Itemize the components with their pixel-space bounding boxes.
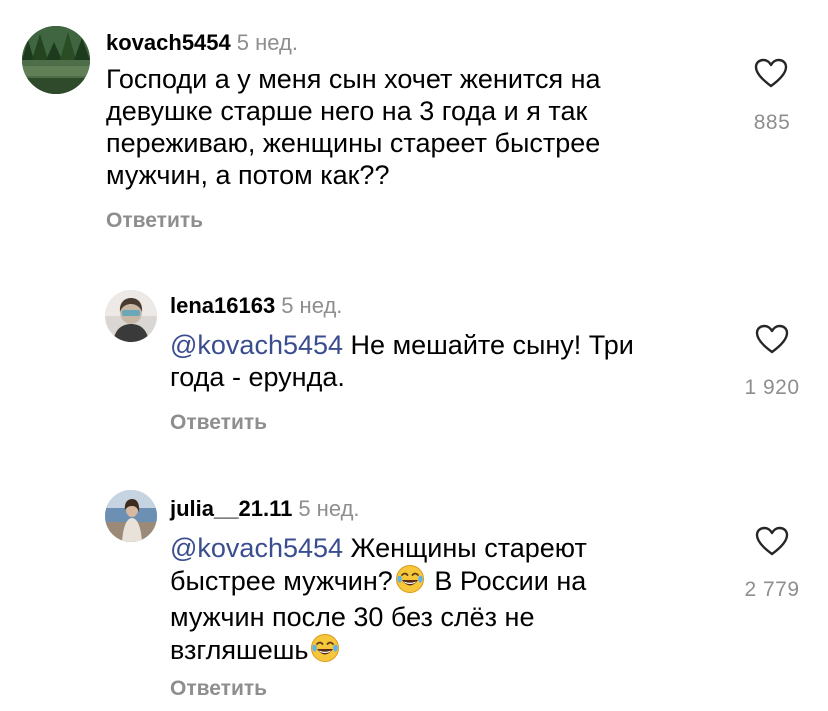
avatar[interactable] bbox=[22, 26, 90, 94]
comment-reply: lena16163 5 нед. @kovach5454 Не мешайте с… bbox=[0, 260, 828, 460]
like-count: 885 bbox=[753, 111, 791, 134]
reply-button[interactable]: Ответить bbox=[106, 209, 203, 233]
timestamp[interactable]: 5 нед. bbox=[237, 30, 298, 55]
comment-text: @kovach5454 Не мешайте сыну! Три года - … bbox=[170, 329, 690, 393]
timestamp[interactable]: 5 нед. bbox=[298, 496, 359, 521]
reply-button[interactable]: Ответить bbox=[170, 411, 267, 435]
like-count: 1 920 bbox=[744, 376, 800, 399]
mention-link[interactable]: @kovach5454 bbox=[170, 533, 343, 563]
face-with-tears-of-joy-icon bbox=[395, 564, 425, 601]
avatar[interactable] bbox=[105, 490, 157, 542]
comment-text: Господи а у меня сын хочет женится на де… bbox=[106, 64, 601, 190]
like-count: 2 779 bbox=[744, 578, 800, 601]
username[interactable]: kovach5454 bbox=[106, 30, 231, 55]
heart-icon bbox=[755, 324, 789, 354]
like-button[interactable] bbox=[755, 526, 789, 561]
mention-link[interactable]: @kovach5454 bbox=[170, 330, 343, 360]
comment-text: @kovach5454 Женщины стареют быстрее мужч… bbox=[170, 532, 650, 670]
comment-reply: julia__21.11 5 нед. @kovach5454 Женщины с… bbox=[0, 460, 828, 711]
heart-icon bbox=[754, 58, 788, 88]
like-button[interactable] bbox=[754, 58, 788, 93]
username[interactable]: julia__21.11 bbox=[170, 496, 292, 521]
heart-icon bbox=[755, 526, 789, 556]
comment-header: lena16163 5 нед. bbox=[170, 293, 342, 319]
comment: kovach5454 5 нед. Господи а у меня сын хо… bbox=[0, 0, 828, 260]
woman-avatar-icon bbox=[105, 290, 157, 342]
like-button[interactable] bbox=[755, 324, 789, 359]
comment-header: kovach5454 5 нед. bbox=[106, 30, 298, 56]
username[interactable]: lena16163 bbox=[170, 293, 275, 318]
comment-header: julia__21.11 5 нед. bbox=[170, 496, 360, 522]
avatar[interactable] bbox=[105, 290, 157, 342]
face-with-tears-of-joy-icon bbox=[310, 633, 340, 670]
beach-woman-avatar-icon bbox=[105, 490, 157, 542]
forest-lake-avatar-icon bbox=[22, 26, 90, 94]
reply-button[interactable]: Ответить bbox=[170, 677, 267, 701]
timestamp[interactable]: 5 нед. bbox=[281, 293, 342, 318]
